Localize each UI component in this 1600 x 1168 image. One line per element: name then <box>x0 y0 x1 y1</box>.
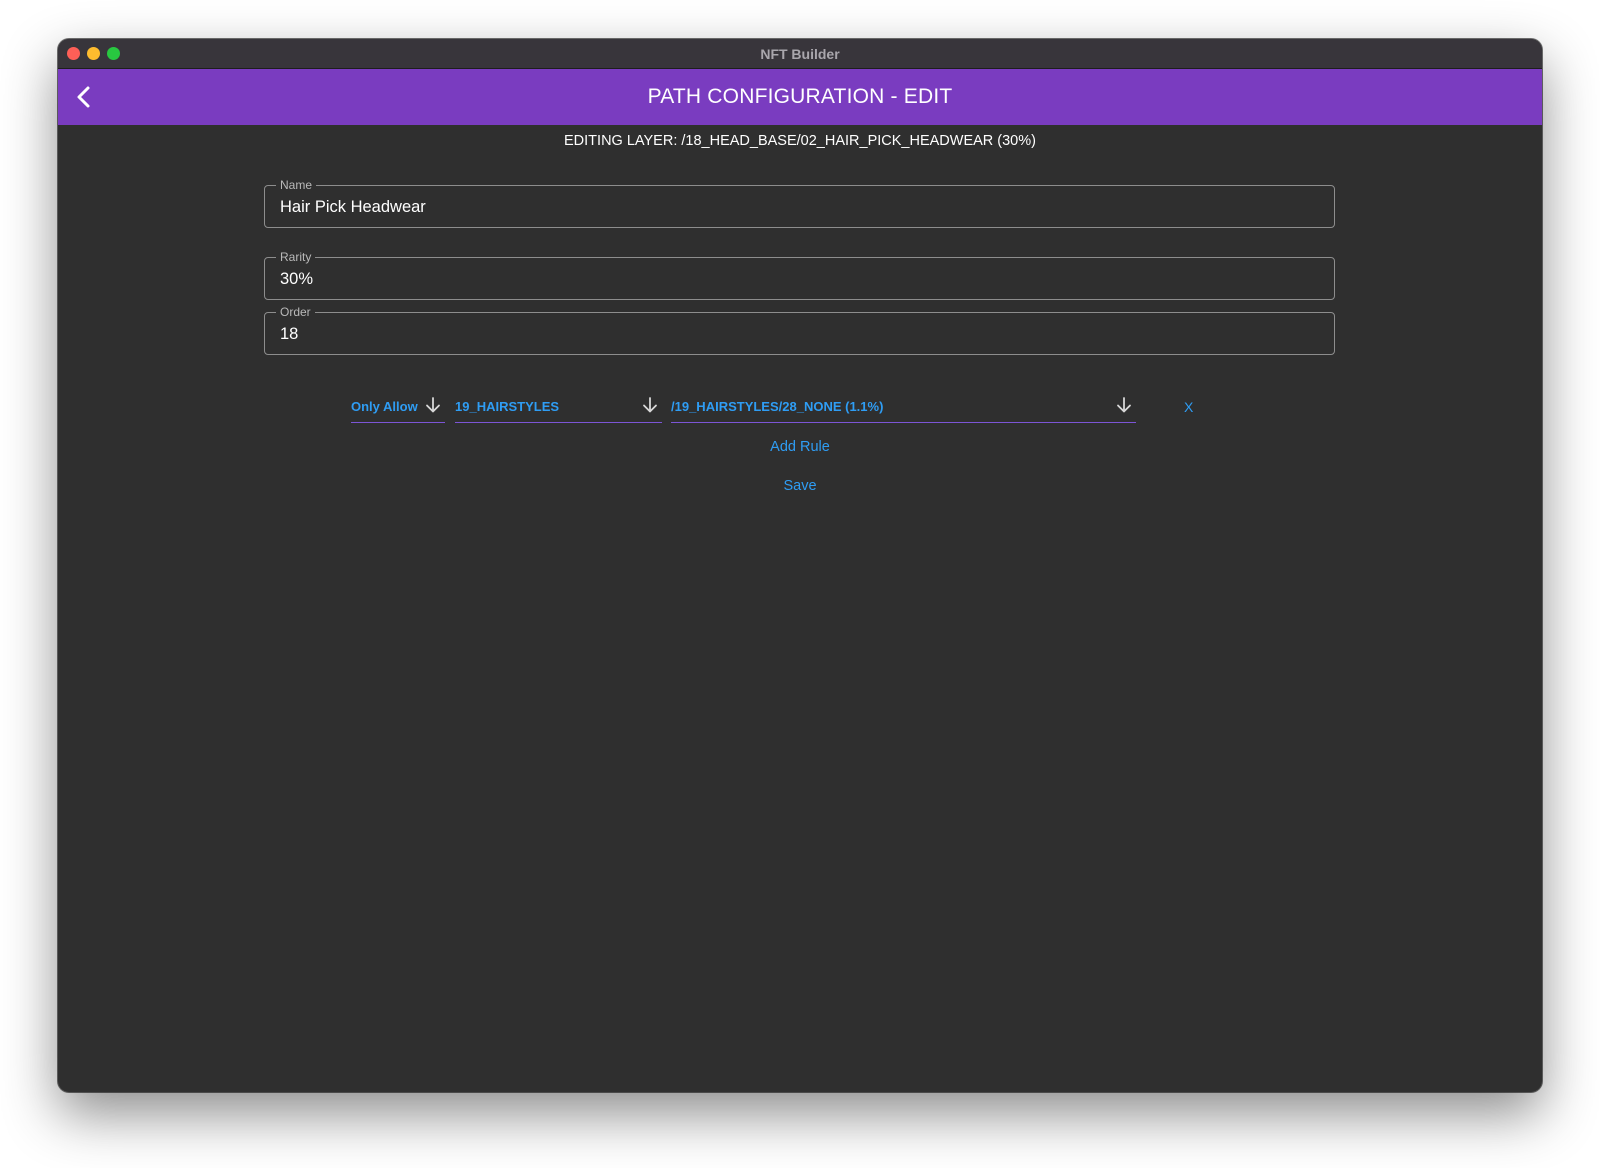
app-bar: PATH CONFIGURATION - EDIT <box>58 69 1542 125</box>
arrow-down-icon <box>1117 397 1131 413</box>
rule-layer-dropdown[interactable]: 19_HAIRSTYLES <box>455 391 662 423</box>
name-field-label: Name <box>276 178 317 192</box>
add-rule-button[interactable]: Add Rule <box>58 439 1542 455</box>
rule-type-value: Only Allow <box>351 399 418 414</box>
order-field[interactable]: Order 18 <box>264 305 1335 355</box>
rule-type-dropdown[interactable]: Only Allow <box>351 391 445 423</box>
window-title: NFT Builder <box>760 46 840 62</box>
rarity-field-label: Rarity <box>276 250 316 264</box>
remove-rule-button[interactable]: X <box>1184 399 1193 415</box>
rarity-field-value[interactable]: 30% <box>280 269 313 289</box>
window-titlebar: NFT Builder <box>58 39 1542 69</box>
arrow-down-icon <box>643 397 657 413</box>
name-field[interactable]: Name Hair Pick Headwear <box>264 178 1335 228</box>
order-field-label: Order <box>276 305 315 319</box>
rule-path-dropdown[interactable]: /19_HAIRSTYLES/28_NONE (1.1%) <box>671 391 1136 423</box>
rarity-field[interactable]: Rarity 30% <box>264 250 1335 300</box>
name-field-value[interactable]: Hair Pick Headwear <box>280 197 426 217</box>
arrow-down-icon <box>426 397 440 413</box>
order-field-value[interactable]: 18 <box>280 324 298 344</box>
rule-path-value: /19_HAIRSTYLES/28_NONE (1.1%) <box>671 399 884 414</box>
rule-layer-value: 19_HAIRSTYLES <box>455 399 560 414</box>
app-window: NFT Builder PATH CONFIGURATION - EDIT ED… <box>58 39 1542 1092</box>
editing-layer-text: EDITING LAYER: /18_HEAD_BASE/02_HAIR_PIC… <box>564 133 1036 149</box>
page-title: PATH CONFIGURATION - EDIT <box>647 85 953 108</box>
save-button[interactable]: Save <box>58 478 1542 494</box>
